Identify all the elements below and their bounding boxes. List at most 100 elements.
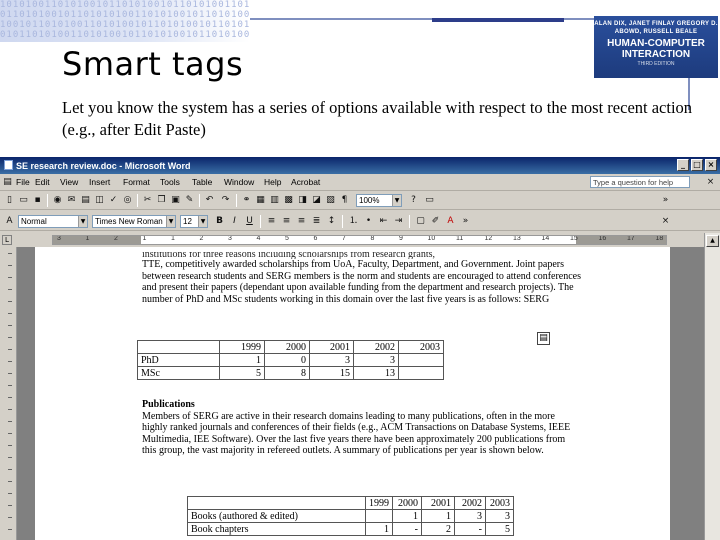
document-body[interactable]: institutions for three reasons including… — [142, 252, 582, 305]
menu-table[interactable]: Table — [192, 177, 212, 187]
table-cell — [398, 353, 444, 367]
decrease-indent-icon[interactable]: ⇤ — [378, 216, 389, 227]
menu-window[interactable]: Window — [224, 177, 254, 187]
paste-icon[interactable]: ▣ — [170, 195, 181, 206]
line-spacing-icon[interactable]: ↕ — [326, 216, 337, 227]
styles-formatting-icon[interactable]: A — [4, 216, 15, 227]
border-icon[interactable]: ▢ — [415, 216, 426, 227]
numbering-icon[interactable]: ⒈ — [348, 216, 359, 227]
email-icon[interactable]: ✉ — [66, 195, 77, 206]
scroll-up-icon[interactable]: ▲ — [706, 235, 719, 247]
print-icon[interactable]: ▤ — [80, 195, 91, 206]
italic-icon[interactable]: I — [229, 216, 240, 227]
table-cell: 5 — [219, 366, 265, 380]
menu-help[interactable]: Help — [264, 177, 281, 187]
underline-icon[interactable]: U — [244, 216, 255, 227]
ruler-tick — [8, 385, 12, 386]
open-folder-icon[interactable]: ▭ — [18, 195, 29, 206]
vertical-scrollbar[interactable]: ▲ — [704, 233, 720, 540]
table-cell: 2 — [421, 522, 455, 536]
table-cell: 13 — [353, 366, 399, 380]
justify-icon[interactable]: ≣ — [311, 216, 322, 227]
hyperlink-icon[interactable]: ⚭ — [241, 195, 252, 206]
word-doc-icon[interactable]: ▤ — [2, 177, 13, 188]
redo-icon[interactable]: ↷ — [220, 195, 231, 206]
undo-icon[interactable]: ↶ — [204, 195, 215, 206]
publications-section[interactable]: Publications Members of SERG are active … — [142, 399, 582, 457]
close-document-icon[interactable]: × — [660, 216, 671, 227]
style-select[interactable]: Normal ▼ — [18, 215, 88, 228]
increase-indent-icon[interactable]: ⇥ — [393, 216, 404, 227]
table-row: MSc 5 8 15 13 — [137, 366, 444, 380]
font-size-select[interactable]: 12 ▼ — [180, 215, 208, 228]
toolbar-separator — [137, 194, 138, 207]
toolbar-options-icon[interactable]: » — [460, 216, 471, 227]
toolbar-options-icon[interactable]: » — [660, 195, 671, 206]
drawing-icon[interactable]: ◪ — [311, 195, 322, 206]
ruler-scale[interactable]: 3 1 2 1 1 2 3 4 5 6 7 8 9 10 11 12 13 14 15 16 17 18 — [52, 235, 667, 245]
permission-icon[interactable]: ◉ — [52, 195, 63, 206]
insert-excel-icon[interactable]: ▩ — [283, 195, 294, 206]
chevron-down-icon: ▼ — [198, 216, 207, 227]
slide-subtitle: Let you know the system has a series of … — [62, 98, 693, 139]
help-icon[interactable]: ? — [408, 195, 419, 206]
maximize-button[interactable]: □ — [691, 159, 703, 171]
menu-acrobat[interactable]: Acrobat — [291, 177, 320, 187]
table-cell: 2002 — [353, 340, 399, 354]
ruler-tick — [8, 505, 12, 506]
menu-file[interactable]: File — [16, 177, 30, 187]
tab-selector[interactable]: L — [2, 235, 12, 245]
insert-table-icon[interactable]: ▥ — [269, 195, 280, 206]
slide: 1010100110101001011010100101101010011010… — [0, 0, 720, 540]
ruler-number: 6 — [313, 235, 318, 242]
table-cell: 1999 — [219, 340, 265, 354]
ruler-number: 1 — [85, 235, 90, 242]
align-left-icon[interactable]: ≡ — [266, 216, 277, 227]
read-icon[interactable]: ▭ — [424, 195, 435, 206]
align-center-icon[interactable]: ≡ — [281, 216, 292, 227]
paste-smart-tag-icon[interactable]: ▤ — [537, 332, 550, 345]
ruler-tick — [8, 301, 12, 302]
close-document-icon[interactable]: × — [705, 177, 716, 188]
paragraph-publications: Members of SERG are active in their rese… — [142, 410, 571, 457]
align-right-icon[interactable]: ≡ — [296, 216, 307, 227]
print-preview-icon[interactable]: ◫ — [94, 195, 105, 206]
font-select[interactable]: Times New Roman ▼ — [92, 215, 176, 228]
menu-tools[interactable]: Tools — [160, 177, 180, 187]
spelling-icon[interactable]: ✓ — [108, 195, 119, 206]
copy-icon[interactable]: ❐ — [156, 195, 167, 206]
publications-table: 1999 2000 2001 2002 2003 Books (authored… — [187, 496, 514, 536]
font-color-icon[interactable]: A — [445, 216, 456, 227]
ruler-number: 2 — [114, 235, 118, 242]
ruler-number: 13 — [513, 235, 521, 242]
menu-insert[interactable]: Insert — [89, 177, 110, 187]
bold-icon[interactable]: B — [214, 216, 225, 227]
ask-question-input[interactable]: Type a question for help — [590, 176, 690, 188]
menu-format[interactable]: Format — [123, 177, 150, 187]
highlight-icon[interactable]: ✐ — [430, 216, 441, 227]
bullets-icon[interactable]: • — [363, 216, 374, 227]
ruler-tick — [8, 457, 12, 458]
minimize-button[interactable]: _ — [677, 159, 689, 171]
research-icon[interactable]: ◎ — [122, 195, 133, 206]
font-size-value: 12 — [183, 217, 192, 226]
toolbar-separator — [47, 194, 48, 207]
close-button[interactable]: × — [705, 159, 717, 171]
tables-borders-icon[interactable]: ▦ — [255, 195, 266, 206]
format-painter-icon[interactable]: ✎ — [184, 195, 195, 206]
document-map-icon[interactable]: ▧ — [325, 195, 336, 206]
save-icon[interactable]: ▪ — [32, 195, 43, 206]
menu-view[interactable]: View — [60, 177, 78, 187]
new-document-icon[interactable]: ▯ — [4, 195, 15, 206]
standard-toolbar: ▯ ▭ ▪ ◉ ✉ ▤ ◫ ✓ ◎ ✂ ❐ ▣ ✎ ↶ ↷ ⚭ ▦ ▥ ▩ ◨ … — [0, 191, 720, 210]
ruler-tick — [8, 517, 12, 518]
table-cell: 3 — [485, 509, 514, 523]
columns-icon[interactable]: ◨ — [297, 195, 308, 206]
zoom-select[interactable]: 100% ▼ — [356, 194, 402, 207]
show-hide-icon[interactable]: ¶ — [339, 195, 350, 206]
cut-icon[interactable]: ✂ — [142, 195, 153, 206]
book-title: HUMAN-COMPUTER INTERACTION — [607, 38, 705, 60]
table-cell: 2003 — [398, 340, 444, 354]
table-cell: - — [454, 522, 486, 536]
menu-edit[interactable]: Edit — [35, 177, 50, 187]
